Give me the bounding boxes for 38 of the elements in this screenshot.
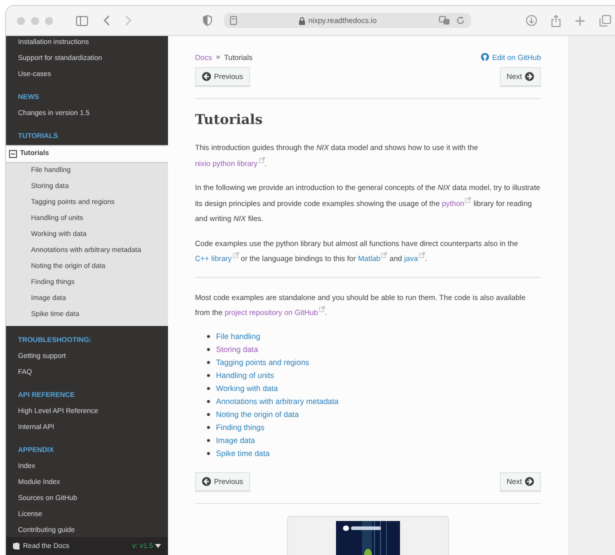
sidebar-toggle-icon[interactable] — [76, 16, 88, 26]
arrow-left-circle-icon — [202, 476, 211, 486]
bullet-icon — [207, 360, 210, 364]
reload-icon[interactable] — [456, 16, 465, 25]
arrow-right-circle-icon — [525, 476, 534, 486]
shield-icon[interactable] — [203, 15, 212, 26]
bullet-icon — [207, 400, 210, 402]
bullet-icon — [207, 438, 210, 442]
book-icon — [12, 542, 20, 550]
arrow-right-circle-icon — [525, 72, 534, 81]
external-link-icon — [258, 156, 265, 162]
window-controls-icon[interactable] — [16, 16, 56, 26]
external-link-icon — [318, 306, 325, 312]
bullet-icon — [207, 334, 210, 338]
collapse-icon[interactable] — [9, 150, 17, 158]
caret-icon — [155, 544, 161, 548]
bullet-icon — [207, 452, 210, 454]
bullet-icon — [207, 374, 210, 376]
download-icon[interactable] — [526, 15, 537, 26]
share-icon[interactable] — [551, 14, 561, 26]
back-icon[interactable] — [103, 15, 110, 26]
external-link-icon — [232, 252, 239, 258]
arrow-left-circle-icon — [202, 72, 211, 81]
bullet-icon — [207, 426, 210, 428]
lock-icon — [299, 16, 306, 24]
external-link-icon — [418, 252, 425, 258]
github-icon — [481, 53, 490, 61]
forward-icon[interactable] — [125, 15, 132, 26]
page-title: Tutorials — [195, 112, 264, 128]
page-icon — [230, 16, 237, 25]
translate-icon[interactable] — [439, 16, 450, 25]
bullet-icon — [207, 412, 210, 416]
new-tab-icon[interactable] — [575, 16, 585, 26]
bullet-icon — [207, 348, 210, 350]
bullet-icon — [207, 386, 210, 390]
tabs-overview-icon[interactable] — [599, 14, 611, 26]
external-link-icon — [465, 196, 472, 202]
external-link-icon — [381, 252, 388, 258]
